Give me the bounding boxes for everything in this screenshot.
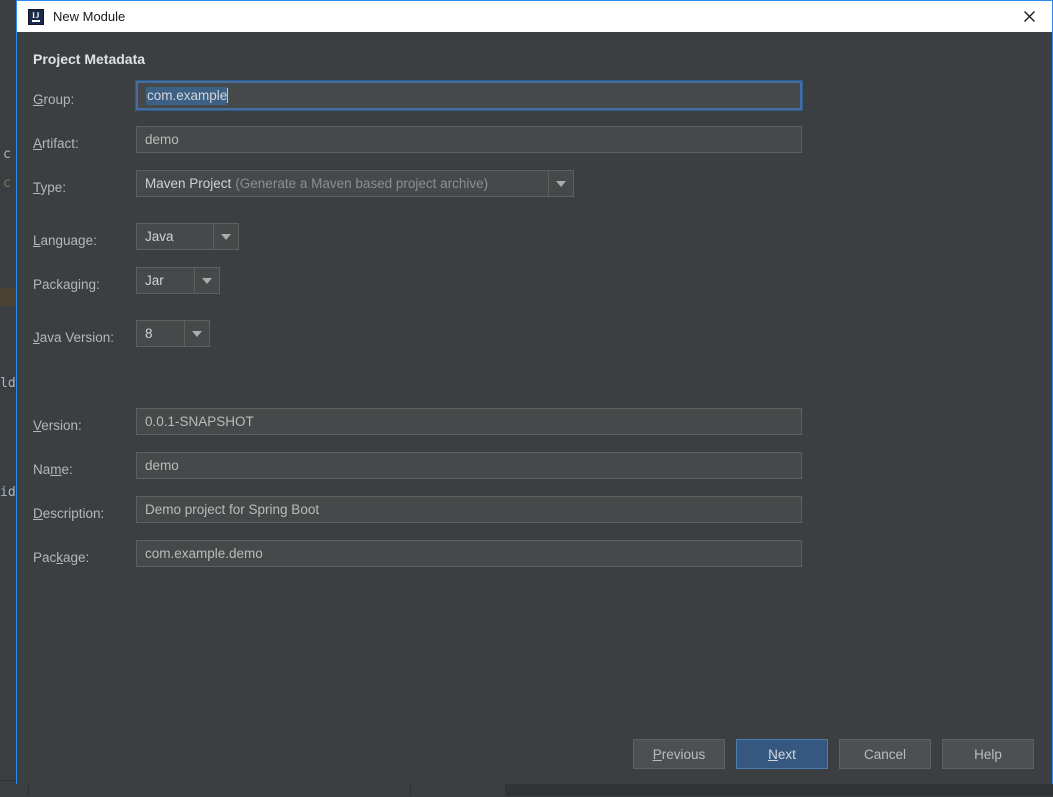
description-input-value: Demo project for Spring Boot [145, 502, 319, 517]
group-label: Group: [33, 92, 74, 107]
language-dropdown-value: Java [137, 224, 213, 249]
editor-code-fragment: id [0, 485, 16, 500]
page-title: Project Metadata [33, 51, 145, 67]
artifact-input[interactable]: demo [136, 126, 802, 153]
text-caret [227, 88, 228, 103]
editor-code-fragment: c [3, 147, 11, 162]
dialog-body: Project Metadata Group: com.example Arti… [17, 32, 1052, 784]
help-button[interactable]: Help [942, 739, 1034, 769]
chevron-down-icon[interactable] [194, 268, 219, 293]
new-module-dialog: IJ New Module Project Metadata Group: co… [16, 0, 1053, 784]
chevron-down-icon[interactable] [548, 171, 573, 196]
package-input-value: com.example.demo [145, 546, 263, 561]
intellij-idea-icon: IJ [28, 9, 44, 25]
form-row-description: Description: Demo project for Spring Boo… [17, 496, 1052, 540]
form-row-java-version: Java Version: 8 [17, 320, 1052, 364]
java-version-dropdown-value: 8 [137, 321, 184, 346]
type-dropdown-value: Maven Project (Generate a Maven based pr… [137, 171, 548, 196]
description-input[interactable]: Demo project for Spring Boot [136, 496, 802, 523]
version-label: Version: [33, 418, 82, 433]
close-icon[interactable] [1006, 1, 1052, 31]
chevron-down-icon[interactable] [184, 321, 209, 346]
form-row-language: Language: Java [17, 223, 1052, 267]
previous-button[interactable]: Previous [633, 739, 725, 769]
next-button[interactable]: Next [736, 739, 828, 769]
version-input[interactable]: 0.0.1-SNAPSHOT [136, 408, 802, 435]
group-input-value: com.example [146, 87, 227, 105]
cancel-button[interactable]: Cancel [839, 739, 931, 769]
version-input-value: 0.0.1-SNAPSHOT [145, 414, 254, 429]
form-row-artifact: Artifact: demo [17, 126, 1052, 170]
project-metadata-form: Group: com.example Artifact: demo Type: … [17, 82, 1052, 584]
packaging-label: Packaging: [33, 277, 100, 292]
form-row-name: Name: demo [17, 452, 1052, 496]
form-row-type: Type: Maven Project (Generate a Maven ba… [17, 170, 1052, 223]
editor-code-fragment: ld [0, 376, 16, 391]
editor-code-fragment: c [3, 176, 11, 191]
dialog-title-bar[interactable]: IJ New Module [16, 0, 1053, 32]
java-version-dropdown[interactable]: 8 [136, 320, 210, 347]
java-version-label: Java Version: [33, 330, 114, 345]
dialog-button-bar: Previous Next Cancel Help [633, 739, 1034, 769]
package-label: Package: [33, 550, 89, 565]
packaging-dropdown[interactable]: Jar [136, 267, 220, 294]
form-row-version: Version: 0.0.1-SNAPSHOT [17, 408, 1052, 452]
artifact-input-value: demo [145, 132, 179, 147]
description-label: Description: [33, 506, 104, 521]
packaging-dropdown-value: Jar [137, 268, 194, 293]
type-dropdown-hint: (Generate a Maven based project archive) [235, 176, 488, 191]
chevron-down-icon[interactable] [213, 224, 238, 249]
form-row-package: Package: com.example.demo [17, 540, 1052, 584]
type-label: Type: [33, 180, 66, 195]
package-input[interactable]: com.example.demo [136, 540, 802, 567]
form-row-packaging: Packaging: Jar [17, 267, 1052, 320]
artifact-label: Artifact: [33, 136, 79, 151]
language-dropdown[interactable]: Java [136, 223, 239, 250]
form-row-group: Group: com.example [17, 82, 1052, 126]
type-dropdown[interactable]: Maven Project (Generate a Maven based pr… [136, 170, 574, 197]
name-input[interactable]: demo [136, 452, 802, 479]
dialog-title: New Module [53, 9, 125, 24]
language-label: Language: [33, 233, 97, 248]
name-input-value: demo [145, 458, 179, 473]
group-input[interactable]: com.example [136, 81, 802, 110]
name-label: Name: [33, 462, 73, 477]
